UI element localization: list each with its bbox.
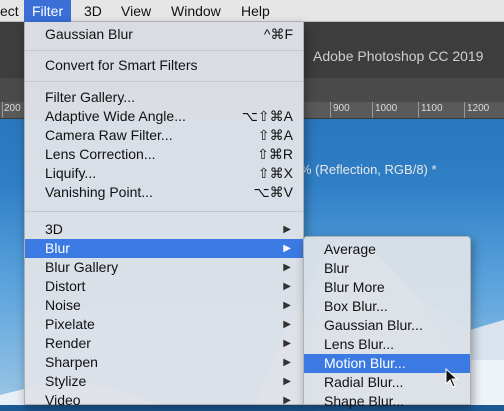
menu-item-label: Gaussian Blur: [45, 26, 133, 42]
convert-smart-filters-item[interactable]: Convert for Smart Filters: [25, 56, 303, 75]
box-blur-item[interactable]: Box Blur...: [304, 297, 470, 316]
submenu-stylize[interactable]: Stylize ▶: [25, 372, 303, 391]
shortcut: ⇧⌘R: [257, 146, 293, 162]
gaussian-blur-item[interactable]: Gaussian Blur...: [304, 316, 470, 335]
menu-bar: ect Filter 3D View Window Help: [0, 0, 504, 22]
separator: [25, 50, 303, 51]
menu-help[interactable]: Help: [233, 0, 278, 22]
app-title: Adobe Photoshop CC 2019: [313, 48, 484, 64]
submenu-render[interactable]: Render ▶: [25, 334, 303, 353]
submenu-pixelate[interactable]: Pixelate ▶: [25, 315, 303, 334]
shortcut: ⇧⌘A: [257, 127, 293, 143]
menu-item-label: Box Blur...: [324, 298, 388, 314]
menu-item-label: Video: [45, 392, 81, 408]
shortcut: ⇧⌘X: [257, 165, 293, 181]
menu-item-label: Stylize: [45, 373, 87, 389]
menu-item-label: Lens Blur...: [324, 336, 395, 352]
menu-item-label: Vanishing Point...: [45, 184, 153, 200]
menu-item-label: Blur: [324, 260, 349, 276]
menu-item-label: Sharpen: [45, 354, 98, 370]
shortcut: ⌥⌘V: [253, 184, 293, 200]
menu-item-label: Radial Blur...: [324, 374, 404, 390]
submenu-arrow-icon: ▶: [283, 281, 291, 292]
blur-more-item[interactable]: Blur More: [304, 278, 470, 297]
adaptive-wide-angle-item[interactable]: Adaptive Wide Angle... ⌥⇧⌘A: [25, 107, 303, 126]
menu-item-label: Noise: [45, 297, 81, 313]
ruler-label: 200: [4, 103, 21, 114]
submenu-arrow-icon: ▶: [283, 243, 291, 254]
menu-item-label: Liquify...: [45, 165, 97, 181]
submenu-noise[interactable]: Noise ▶: [25, 296, 303, 315]
shortcut: ^⌘F: [263, 26, 293, 42]
submenu-3d[interactable]: 3D ▶: [25, 220, 303, 239]
menu-item-label: Convert for Smart Filters: [45, 57, 198, 73]
submenu-video[interactable]: Video ▶: [25, 391, 303, 410]
menu-item-label: Blur More: [324, 279, 385, 295]
menu-item-label: Distort: [45, 278, 86, 294]
submenu-arrow-icon: ▶: [283, 319, 291, 330]
submenu-arrow-icon: ▶: [283, 357, 291, 368]
menu-select[interactable]: ect: [0, 0, 27, 22]
submenu-distort[interactable]: Distort ▶: [25, 277, 303, 296]
submenu-arrow-icon: ▶: [283, 338, 291, 349]
menu-item-label: Lens Correction...: [45, 146, 156, 162]
separator: [25, 211, 303, 212]
vanishing-point-item[interactable]: Vanishing Point... ⌥⌘V: [25, 183, 303, 202]
submenu-blur-gallery[interactable]: Blur Gallery ▶: [25, 258, 303, 277]
menu-view[interactable]: View: [113, 0, 159, 22]
menu-item-label: Adaptive Wide Angle...: [45, 108, 186, 124]
menu-item-label: Gaussian Blur...: [324, 317, 423, 333]
lens-blur-item[interactable]: Lens Blur...: [304, 335, 470, 354]
menu-item-label: Pixelate: [45, 316, 95, 332]
blur-blur-item[interactable]: Blur: [304, 259, 470, 278]
ruler-label: 900: [333, 103, 350, 114]
menu-item-label: Shape Blur...: [324, 393, 405, 409]
menu-item-label: 3D: [45, 221, 63, 237]
submenu-sharpen[interactable]: Sharpen ▶: [25, 353, 303, 372]
menu-item-label: Render: [45, 335, 91, 351]
shape-blur-item[interactable]: Shape Blur...: [304, 392, 470, 411]
submenu-blur[interactable]: Blur ▶: [25, 239, 303, 258]
menu-item-label: Filter Gallery...: [45, 89, 135, 105]
filter-dropdown: Gaussian Blur ^⌘F Convert for Smart Filt…: [24, 22, 304, 408]
shortcut: ⌥⇧⌘A: [241, 108, 293, 124]
menu-3d[interactable]: 3D: [76, 0, 110, 22]
liquify-item[interactable]: Liquify... ⇧⌘X: [25, 164, 303, 183]
ruler-label: 1000: [375, 103, 398, 114]
menu-filter[interactable]: Filter: [24, 0, 72, 22]
submenu-arrow-icon: ▶: [283, 224, 291, 235]
menu-item-label: Blur Gallery: [45, 259, 119, 275]
ruler-label: 1200: [467, 103, 490, 114]
document-tab[interactable]: % (Reflection, RGB/8) *: [300, 162, 437, 177]
menu-item-label: Camera Raw Filter...: [45, 127, 173, 143]
menu-window[interactable]: Window: [163, 0, 229, 22]
menu-item-label: Motion Blur...: [324, 355, 406, 371]
last-filter-item[interactable]: Gaussian Blur ^⌘F: [25, 25, 303, 44]
camera-raw-filter-item[interactable]: Camera Raw Filter... ⇧⌘A: [25, 126, 303, 145]
submenu-arrow-icon: ▶: [283, 262, 291, 273]
submenu-arrow-icon: ▶: [283, 300, 291, 311]
filter-gallery-item[interactable]: Filter Gallery...: [25, 88, 303, 107]
submenu-arrow-icon: ▶: [283, 376, 291, 387]
blur-average-item[interactable]: Average: [304, 240, 470, 259]
mouse-pointer-icon: [445, 368, 459, 388]
separator: [25, 81, 303, 82]
lens-correction-item[interactable]: Lens Correction... ⇧⌘R: [25, 145, 303, 164]
ruler-label: 1100: [421, 103, 443, 114]
menu-item-label: Blur: [45, 240, 70, 256]
submenu-arrow-icon: ▶: [283, 395, 291, 406]
menu-item-label: Average: [324, 241, 376, 257]
